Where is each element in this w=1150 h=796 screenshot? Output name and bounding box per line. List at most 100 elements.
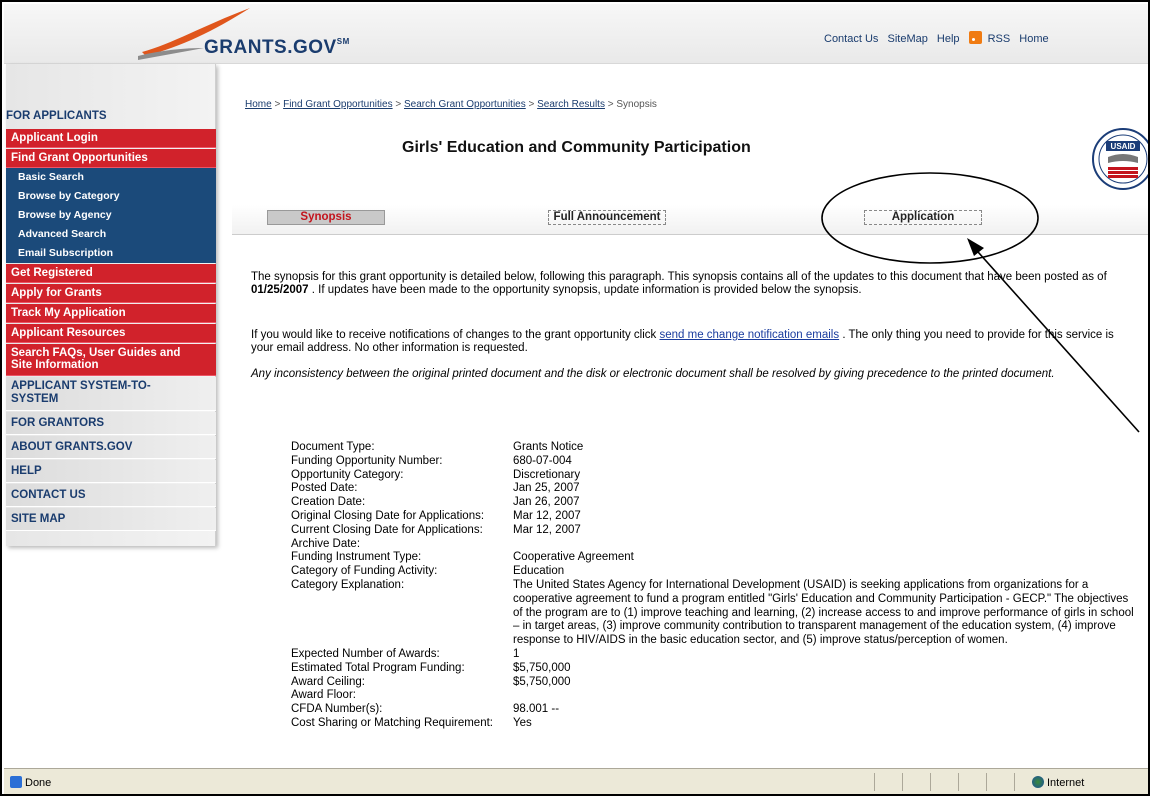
status-done: Done (25, 777, 52, 789)
seal-text: USAID (1111, 142, 1136, 151)
sidebar-subitem-advanced-search[interactable]: Advanced Search (6, 225, 216, 244)
tab-full-announcement[interactable]: Full Announcement (548, 210, 666, 225)
detail-label: CFDA Number(s): (291, 703, 383, 716)
sidebar-item-get-registered[interactable]: Get Registered (6, 264, 216, 283)
rss-icon[interactable] (968, 31, 982, 44)
detail-label: Category of Funding Activity: (291, 565, 438, 578)
detail-label: Creation Date: (291, 496, 366, 509)
search-faqs-line1: Search FAQs, User Guides and (11, 347, 181, 359)
logo-text[interactable]: GRANTS.GOVSM (204, 37, 350, 59)
sidebar-section-help[interactable]: HELP (6, 460, 216, 483)
detail-label: Document Type: (291, 441, 375, 453)
sidebar-section-sitemap[interactable]: SITE MAP (6, 508, 216, 531)
sidebar-item-search-faqs[interactable]: Search FAQs, User Guides and Site Inform… (6, 344, 216, 376)
breadcrumb-home[interactable]: Home (245, 99, 272, 110)
detail-label: Posted Date: (291, 482, 358, 495)
intro-p1-a: The synopsis for this grant opportunity … (251, 271, 1107, 283)
detail-value: $5,750,000 (513, 675, 571, 688)
detail-value: 680-07-004 (513, 454, 572, 467)
sidebar-item-find-grant[interactable]: Find Grant Opportunities (6, 149, 216, 168)
detail-value: Cooperative Agreement (513, 551, 634, 564)
breadcrumb-find[interactable]: Find Grant Opportunities (283, 99, 393, 110)
system-line2: SYSTEM (11, 393, 59, 405)
sidebar-section-about[interactable]: ABOUT GRANTS.GOV (6, 436, 216, 459)
detail-label: Funding Opportunity Number: (291, 454, 443, 467)
breadcrumb-sep: > (525, 99, 538, 110)
sidebar-item-applicant-login[interactable]: Applicant Login (6, 129, 216, 148)
page-title: Girls' Education and Community Participa… (402, 139, 751, 156)
sidebar-item-track[interactable]: Track My Application (6, 304, 216, 323)
intro-paragraph-3: Any inconsistency between the original p… (251, 368, 1055, 380)
detail-value: Discretionary (513, 468, 581, 481)
detail-row: Funding Opportunity Number: 680-07-004 (291, 455, 1141, 469)
detail-row: Current Closing Date for Applications: Ma… (291, 524, 1141, 538)
detail-row: Original Closing Date for Applications: M… (291, 510, 1141, 524)
breadcrumb-sep: > (392, 99, 404, 110)
status-divider (986, 773, 987, 791)
logo-wordmark: GRANTS.GOV (204, 37, 337, 58)
intro-p1-date: 01/25/2007 (251, 284, 309, 296)
detail-row: Category of Funding Activity: Education (291, 565, 1141, 579)
status-divider (874, 773, 875, 791)
sidebar-item-apply[interactable]: Apply for Grants (6, 284, 216, 303)
sidebar-item-resources[interactable]: Applicant Resources (6, 324, 216, 343)
detail-label: Award Ceiling: (291, 675, 365, 688)
detail-value: Jan 26, 2007 (513, 496, 580, 509)
home-link[interactable]: Home (1019, 33, 1048, 45)
intro-p2-a: If you would like to receive notificatio… (251, 329, 657, 341)
detail-label: Opportunity Category: (291, 468, 404, 481)
breadcrumb: Home > Find Grant Opportunities > Search… (245, 99, 657, 110)
breadcrumb-search[interactable]: Search Grant Opportunities (404, 99, 526, 110)
breadcrumb-results[interactable]: Search Results (537, 99, 605, 110)
synopsis-details: Document Type: Grants Notice Funding Oppor… (291, 441, 1141, 731)
sidebar-subitem-browse-category[interactable]: Browse by Category (6, 187, 216, 206)
notification-emails-link[interactable]: send me change notification emails (659, 329, 839, 341)
status-divider (1014, 773, 1015, 791)
sitemap-link[interactable]: SiteMap (887, 33, 927, 45)
zone-label: Internet (1047, 777, 1085, 789)
detail-value: The United States Agency for Internation… (513, 578, 1134, 647)
sidebar-heading[interactable]: FOR APPLICANTS (6, 110, 107, 122)
sidebar-section-contact[interactable]: CONTACT US (6, 484, 216, 507)
intro-p1-b: . If updates have been made to the oppor… (311, 284, 862, 296)
detail-value: Yes (513, 716, 532, 729)
globe-icon (1032, 776, 1044, 788)
detail-value: Mar 12, 2007 (513, 509, 581, 522)
sidebar-subitem-basic-search[interactable]: Basic Search (6, 168, 216, 187)
usaid-seal-icon: USAID (1092, 128, 1148, 190)
detail-value: Jan 25, 2007 (513, 482, 580, 495)
detail-value: Education (513, 565, 565, 578)
detail-row: Estimated Total Program Funding: $5,750,0… (291, 662, 1141, 676)
detail-row: Award Floor: (291, 689, 1141, 703)
detail-value (513, 689, 1141, 703)
detail-value: Grants Notice (513, 441, 584, 453)
status-divider (958, 773, 959, 791)
breadcrumb-sep: > (604, 99, 617, 110)
top-links: Contact Us SiteMap Help RSS Home (824, 31, 1055, 45)
tab-application[interactable]: Application (864, 210, 982, 225)
sidebar-section-system[interactable]: APPLICANT SYSTEM-TO- SYSTEM (6, 377, 216, 411)
rss-link[interactable]: RSS (988, 33, 1011, 45)
sidebar-subitem-browse-agency[interactable]: Browse by Agency (6, 206, 216, 225)
detail-row: Posted Date: Jan 25, 2007 (291, 482, 1141, 496)
detail-value: 1 (513, 647, 520, 660)
detail-value: 98.001 -- (513, 703, 560, 716)
detail-label: Funding Instrument Type: (291, 551, 422, 564)
breadcrumb-sep: > (271, 99, 284, 110)
sidebar-subitem-email-subscription[interactable]: Email Subscription (6, 244, 216, 263)
detail-row: Archive Date: (291, 538, 1141, 552)
status-text: Done (10, 776, 51, 789)
ie-page-icon (10, 776, 22, 788)
detail-label: Award Floor: (291, 689, 356, 702)
contact-us-link[interactable]: Contact Us (824, 33, 878, 45)
detail-label: Estimated Total Program Funding: (291, 661, 465, 674)
breadcrumb-current: Synopsis (616, 99, 657, 110)
security-zone: Internet (1032, 776, 1084, 789)
detail-value: Mar 12, 2007 (513, 523, 581, 536)
help-link[interactable]: Help (937, 33, 960, 45)
tab-synopsis[interactable]: Synopsis (267, 210, 385, 225)
detail-label: Current Closing Date for Applications: (291, 523, 483, 536)
intro-paragraph-2: If you would like to receive notificatio… (251, 329, 1136, 355)
intro-paragraph-1: The synopsis for this grant opportunity … (251, 271, 1136, 297)
sidebar-section-grantors[interactable]: FOR GRANTORS (6, 412, 216, 435)
